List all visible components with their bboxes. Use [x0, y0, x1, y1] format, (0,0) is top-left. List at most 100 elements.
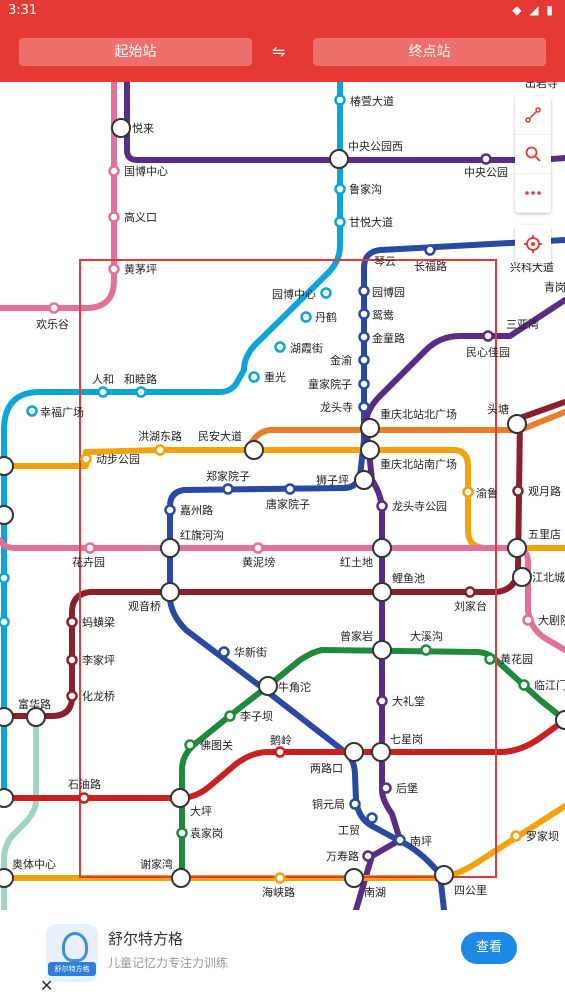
logo-banner: 舒尔特方格	[48, 962, 96, 976]
station-label: 龙头寺	[320, 401, 353, 414]
line-pink	[0, 82, 117, 311]
station-label: 高义口	[124, 210, 157, 224]
station-label: 佛图关	[200, 738, 233, 752]
station-label: 牛角沱	[278, 680, 311, 694]
metro-map-svg: 出岩寺 悦来 椿萱大道 中央公园西 中央公园 国博中心 鲁家沟 高义口 甘悦大道…	[0, 82, 565, 910]
station-label: 李家坪	[82, 653, 115, 667]
station-label: 鹅岭	[270, 733, 292, 747]
station-label: 园博园	[372, 286, 405, 299]
end-station-field[interactable]: 终点站	[313, 38, 546, 66]
station-label: 罗家坝	[526, 829, 559, 843]
station-label: 红土地	[340, 556, 373, 569]
station-label: 黄泥塝	[242, 555, 275, 569]
station-label: 石油路	[68, 777, 101, 791]
station-label: 后堡	[396, 781, 418, 795]
station-label: 工贸	[338, 824, 360, 837]
crosshair-icon[interactable]	[515, 225, 551, 263]
start-station-field[interactable]: 起始站	[19, 38, 252, 66]
status-time: 3:31	[8, 3, 38, 18]
wifi-icon: ◆	[512, 3, 524, 17]
station-label: 五里店	[528, 527, 561, 541]
station-label: 观音桥	[128, 599, 161, 613]
station-label: 化龙桥	[82, 689, 115, 703]
station-label: 洪湖东路	[138, 429, 182, 443]
ad-title: 舒尔特方格	[108, 930, 184, 948]
station-label: 狮子坪	[316, 474, 349, 487]
station-label: 和睦路	[124, 373, 157, 386]
station-label: 幸福广场	[40, 405, 84, 419]
station-label: 南湖	[364, 886, 386, 899]
station-label: 金童路	[372, 331, 405, 345]
station-label: 华新街	[234, 645, 267, 659]
station-label: 国博中心	[124, 165, 168, 178]
station-label: 郑家院子	[206, 469, 250, 483]
station-label: 黄花园	[500, 652, 533, 666]
station-label: 曾家岩	[340, 629, 373, 643]
route-icon[interactable]	[515, 96, 551, 135]
station-label: 三亚湾	[506, 317, 539, 331]
ad-banner[interactable]: 舒尔特方格 舒尔特方格 儿童记忆力专注力训练 查看 ✕	[0, 910, 565, 1004]
station-label: 黄茅坪	[124, 262, 157, 276]
station-label: 人和	[92, 373, 114, 386]
map-toolbar	[515, 96, 551, 263]
station-label: 铜元局	[312, 797, 345, 811]
station-label: 民安大道	[198, 429, 242, 443]
station-label: 刘家台	[454, 599, 487, 613]
station-label: 渝鲁	[476, 486, 498, 500]
search-icon[interactable]	[515, 135, 551, 174]
station-label: 江北城	[532, 571, 565, 584]
line-orange-bottom	[0, 803, 565, 881]
station-label: 湖霞街	[290, 341, 323, 355]
station-label: 青岗	[544, 281, 565, 294]
station-label: 琴云	[374, 255, 396, 268]
station-label: 蚂蟥梁	[82, 615, 115, 629]
station-label: 甘悦大道	[349, 215, 393, 229]
station-label: 红旗河沟	[180, 528, 224, 542]
station-label: 中央公园西	[348, 140, 403, 153]
station-label: 椿萱大道	[350, 94, 394, 108]
ad-view-button[interactable]: 查看	[461, 932, 517, 964]
line-purple-top	[124, 82, 565, 163]
more-icon[interactable]	[515, 174, 551, 213]
station-label: 童家院子	[308, 377, 352, 391]
close-icon[interactable]: ✕	[40, 976, 53, 995]
station-label: 鸳鸯	[372, 308, 394, 322]
station-label: 万寿路	[326, 849, 359, 863]
ad-subtitle: 儿童记忆力专注力训练	[108, 956, 229, 970]
station-label: 长福路	[414, 259, 447, 273]
station-label: 重庆北站北广场	[380, 407, 457, 421]
battery-icon: ▮	[546, 3, 555, 17]
station-label: 龙头寺公园	[392, 500, 447, 513]
station-label: 四公里	[454, 884, 487, 897]
logo-head-icon	[62, 932, 88, 962]
signal-icon: ◢	[529, 3, 541, 17]
station-label: 园博中心	[272, 288, 316, 301]
station-label: 悦来	[132, 121, 154, 135]
station-label: 大坪	[190, 804, 212, 818]
station-label: 观月路	[528, 485, 561, 498]
swap-icon[interactable]: ⇋	[272, 42, 285, 61]
station-label: 两路口	[310, 762, 343, 775]
station-label: 奥体中心	[12, 857, 56, 871]
station-label: 金渝	[330, 353, 352, 367]
station-label: 花卉园	[72, 556, 105, 569]
station-label: 大礼堂	[392, 694, 425, 708]
station-label: 鲁家沟	[349, 182, 382, 196]
status-icons: ◆ ◢ ▮	[512, 3, 555, 17]
station-label: 重庆北站南广场	[380, 457, 457, 471]
station-label: 动步公园	[96, 453, 140, 466]
station-label: 海峡路	[262, 885, 295, 899]
station-label: 出岩寺	[525, 82, 558, 90]
station-label: 丹鹤	[315, 310, 337, 324]
station-label: 谢家湾	[140, 857, 173, 871]
station-label: 民心佳园	[466, 345, 510, 359]
station-label: 欢乐谷	[36, 317, 69, 331]
station-label: 嘉州路	[180, 503, 213, 517]
station-label: 富华路	[18, 697, 51, 711]
station-label: 李子坝	[240, 709, 273, 723]
station-label: 大剧院	[538, 613, 565, 627]
station-label: 袁家岗	[190, 826, 223, 840]
metro-map[interactable]: 出岩寺 悦来 椿萱大道 中央公园西 中央公园 国博中心 鲁家沟 高义口 甘悦大道…	[0, 82, 565, 910]
station-label: 临江门	[534, 678, 565, 692]
selection-box	[79, 259, 497, 878]
